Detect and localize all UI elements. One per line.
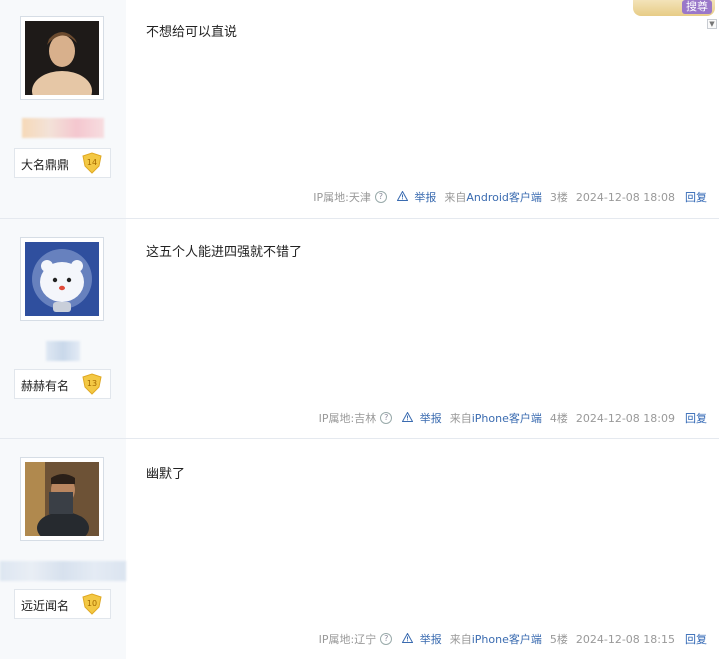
client-link[interactable]: iPhone客户端 [472, 631, 542, 647]
floor-number: 4楼 [549, 412, 568, 425]
client-link[interactable]: Android客户端 [466, 189, 542, 205]
post-tail: IP属地:吉林 ? 举报 来自 iPhone客户端 4楼 2024-12-08 … [319, 410, 707, 426]
from-label: 来自 [449, 412, 472, 425]
post-content: 这五个人能进四强就不错了 [146, 245, 303, 260]
post-floor-3: 大名鼎鼎 14 不想给可以直说 IP属地:天津 ? 举报 来自 Android客… [0, 0, 719, 218]
reply-link[interactable]: 回复 [685, 410, 707, 426]
avatar-image [25, 462, 99, 536]
report-label: 举报 [419, 412, 442, 425]
level-badge: 10 [82, 593, 102, 615]
reply-link[interactable]: 回复 [685, 189, 707, 205]
post-content: 不想给可以直说 [146, 25, 238, 40]
question-icon[interactable]: ? [380, 633, 393, 645]
post-time: 2024-12-08 18:08 [575, 190, 675, 204]
reply-link[interactable]: 回复 [685, 631, 707, 647]
post-floor-4: 赫赫有名 13 这五个人能进四强就不错了 IP属地:吉林 ? 举报 来自 iPh… [0, 219, 719, 437]
avatar[interactable] [20, 457, 104, 541]
ip-location: IP属地:吉林 [318, 412, 377, 425]
from-label: 来自 [444, 191, 467, 204]
avatar-image [25, 21, 99, 95]
level-badge-number: 14 [87, 158, 97, 167]
ip-location: IP属地:天津 [313, 191, 371, 204]
username[interactable]: 大名鼎鼎 [21, 156, 69, 173]
question-icon[interactable]: ? [380, 412, 393, 424]
report-label: 举报 [414, 191, 437, 204]
username[interactable]: 远近闻名 [21, 597, 69, 614]
username-box[interactable]: 远近闻名 10 [14, 589, 111, 619]
username-box[interactable]: 赫赫有名 13 [14, 369, 111, 399]
level-badge: 13 [82, 373, 102, 395]
warning-icon [401, 411, 414, 422]
username-box[interactable]: 大名鼎鼎 14 [14, 148, 111, 178]
warning-icon [396, 190, 409, 201]
floor-number: 5楼 [549, 633, 568, 646]
post-floor-5: 远近闻名 10 幽默了 IP属地:辽宁 ? 举报 来自 iPhone客户端 5楼… [0, 439, 719, 659]
client-link[interactable]: iPhone客户端 [472, 410, 542, 426]
post-time: 2024-12-08 18:09 [575, 411, 675, 425]
question-icon[interactable]: ? [374, 191, 387, 203]
level-badge: 14 [82, 152, 102, 174]
blurred-badges [46, 341, 80, 361]
level-badge-number: 13 [87, 379, 97, 388]
report-link[interactable]: 举报 [401, 631, 442, 647]
avatar[interactable] [20, 237, 104, 321]
floor-number: 3楼 [549, 191, 568, 204]
avatar-image [25, 242, 99, 316]
from-label: 来自 [449, 633, 472, 646]
post-time: 2024-12-08 18:15 [575, 632, 675, 646]
report-link[interactable]: 举报 [401, 410, 442, 426]
ip-location: IP属地:辽宁 [318, 633, 377, 646]
report-link[interactable]: 举报 [396, 189, 437, 205]
post-tail: IP属地:天津 ? 举报 来自 Android客户端 3楼 2024-12-08… [313, 189, 707, 205]
post-content: 幽默了 [146, 467, 186, 482]
avatar[interactable] [20, 16, 104, 100]
username[interactable]: 赫赫有名 [21, 377, 69, 394]
blurred-badges [22, 118, 104, 138]
warning-icon [401, 632, 414, 643]
level-badge-number: 10 [87, 599, 97, 608]
report-label: 举报 [419, 633, 442, 646]
blurred-badges [0, 561, 126, 581]
post-tail: IP属地:辽宁 ? 举报 来自 iPhone客户端 5楼 2024-12-08 … [319, 631, 707, 647]
